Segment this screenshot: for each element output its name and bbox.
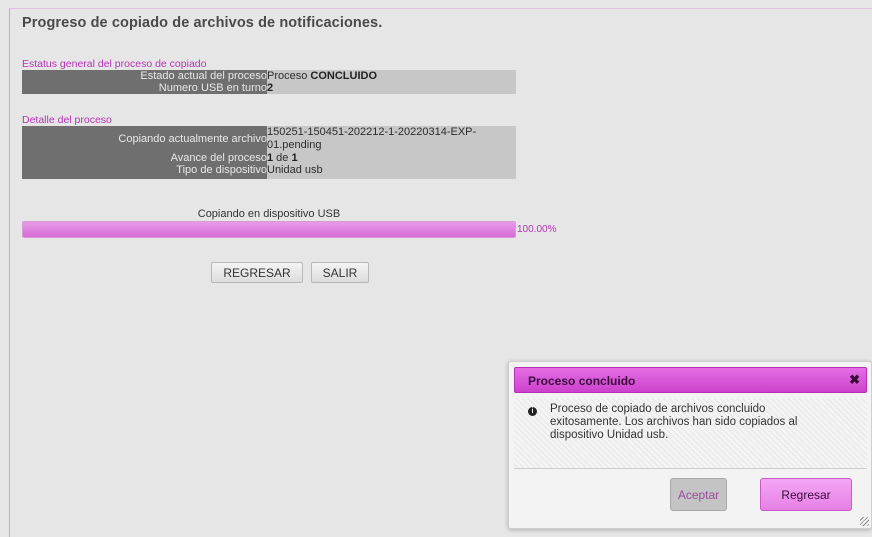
dialog-message: Proceso de copiado de archivos concluido… xyxy=(550,403,798,441)
dialog-divider xyxy=(514,468,867,469)
salir-button[interactable]: SALIR xyxy=(311,262,369,283)
progress-bar xyxy=(22,221,516,238)
status-value-state-bold: CONCLUIDO xyxy=(310,70,378,82)
dialog-titlebar[interactable]: Proceso concluido ✖ xyxy=(514,367,867,393)
detail-key-progress: Avance del proceso xyxy=(22,152,267,164)
detail-row-file: Copiando actualmente archivo 150251-1504… xyxy=(22,126,516,152)
status-row-state: Estado actual del proceso Proceso CONCLU… xyxy=(22,70,516,82)
detail-value-file: 150251-150451-202212-1-20220314-EXP-01.p… xyxy=(267,126,516,152)
info-icon: i xyxy=(528,407,537,416)
regresar-button[interactable]: REGRESAR xyxy=(211,262,303,283)
status-row-usb: Numero USB en turno 2 xyxy=(22,82,516,94)
progress-percent: 100.00% xyxy=(517,224,557,235)
dialog-body: i Proceso de copiado de archivos conclui… xyxy=(514,398,867,468)
detail-section-label: Detalle del proceso xyxy=(22,114,112,126)
status-value-state: Proceso CONCLUIDO xyxy=(267,70,516,82)
status-section-label: Estatus general del proceso de copiado xyxy=(22,58,207,70)
status-key-usb: Numero USB en turno xyxy=(22,82,267,94)
detail-key-file: Copiando actualmente archivo xyxy=(22,126,267,152)
status-table: Estado actual del proceso Proceso CONCLU… xyxy=(22,70,516,94)
progress-caption: Copiando en dispositivo USB xyxy=(197,208,341,220)
status-key-state: Estado actual del proceso xyxy=(22,70,267,82)
detail-key-device: Tipo de dispositivo xyxy=(22,164,267,179)
detail-row-progress: Avance del proceso 1 de 1 xyxy=(22,152,516,164)
dialog-back-button[interactable]: Regresar xyxy=(760,478,852,511)
dialog-title: Proceso concluido xyxy=(528,374,636,388)
accept-button[interactable]: Aceptar xyxy=(670,478,727,511)
detail-table: Copiando actualmente archivo 150251-1504… xyxy=(22,126,516,179)
close-icon[interactable]: ✖ xyxy=(849,372,860,388)
progress-bar-fill xyxy=(23,222,515,237)
page-title: Progreso de copiado de archivos de notif… xyxy=(22,15,383,31)
detail-row-device: Tipo de dispositivo Unidad usb xyxy=(22,164,516,179)
status-value-usb: 2 xyxy=(267,82,516,94)
completion-dialog: Proceso concluido ✖ i Proceso de copiado… xyxy=(508,361,872,529)
detail-value-progress: 1 de 1 xyxy=(267,152,516,164)
resize-grip-icon[interactable] xyxy=(860,517,869,526)
detail-value-device: Unidad usb xyxy=(267,164,516,179)
